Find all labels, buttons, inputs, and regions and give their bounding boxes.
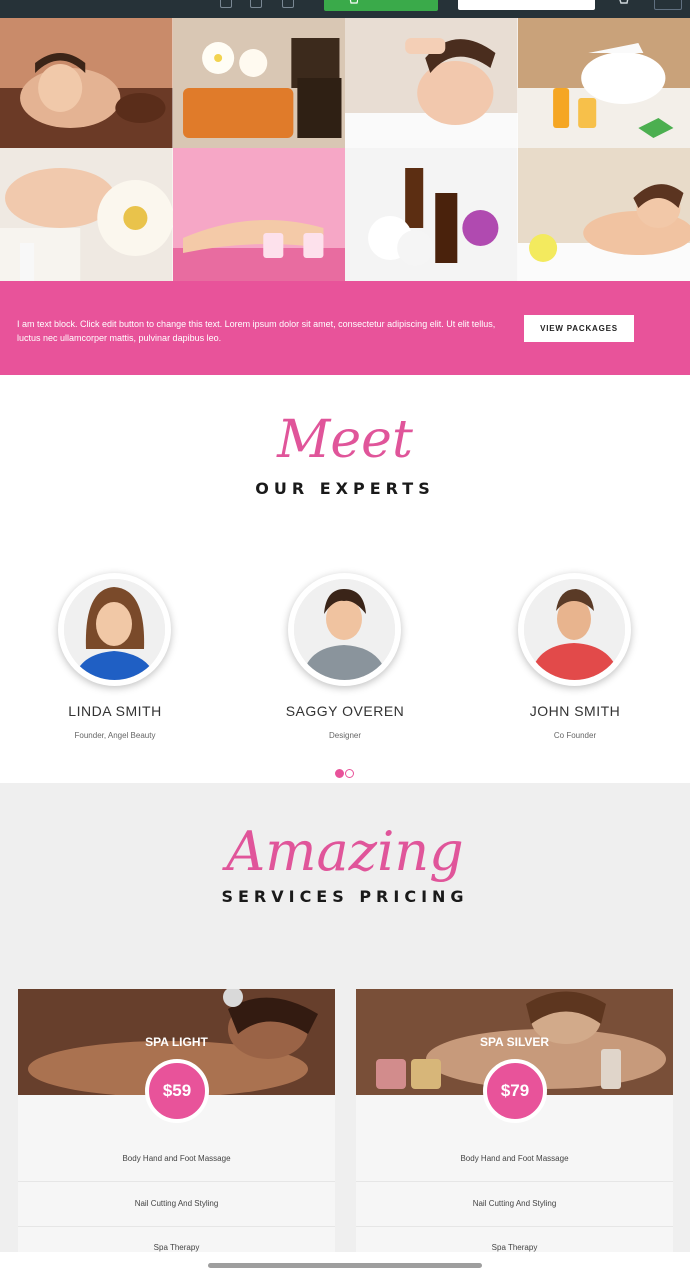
top-navbar [0, 0, 690, 18]
plan-feature: Body Hand and Foot Massage [122, 1154, 231, 1163]
menu-icon[interactable] [654, 0, 682, 10]
plan-feature: Nail Cutting And Styling [472, 1199, 557, 1208]
banner-text: I am text block. Click edit button to ch… [17, 319, 496, 344]
expert-role: Founder, Angel Beauty [74, 731, 156, 740]
expert-name: LINDA SMITH [68, 703, 162, 719]
plan-feature: Body Hand and Foot Massage [460, 1154, 569, 1163]
plan-price: $79 [483, 1059, 547, 1123]
expert-name: SAGGY OVEREN [285, 703, 405, 719]
meet-script-heading: Meet [277, 410, 413, 470]
cart-icon[interactable] [617, 0, 629, 9]
carousel-dot[interactable] [345, 769, 354, 778]
avatar [58, 573, 171, 686]
gallery-photo-chocolate-facial [0, 18, 173, 148]
avatar [288, 573, 401, 686]
promo-banner: I am text block. Click edit button to ch… [0, 281, 690, 375]
avatar [518, 573, 631, 686]
pricing-title: SERVICES PRICING [221, 887, 469, 906]
plan-feature: Spa Therapy [153, 1243, 200, 1252]
green-nav-button[interactable] [324, 0, 438, 11]
pricing-card: SPA LIGHT $59 Body Hand and Foot Massage… [18, 989, 335, 1269]
gallery-photo-back-massage [517, 148, 690, 281]
cart-icon [349, 0, 358, 4]
home-indicator[interactable] [208, 1263, 482, 1268]
nav-icon[interactable] [220, 0, 232, 8]
divider [356, 1226, 673, 1227]
pricing-card: SPA SILVER $79 Body Hand and Foot Massag… [356, 989, 673, 1269]
nav-icon[interactable] [282, 0, 294, 8]
divider [356, 1181, 673, 1182]
plan-feature: Spa Therapy [491, 1243, 538, 1252]
plan-name: SPA LIGHT [145, 1035, 208, 1049]
gallery-photo-facial-massage [345, 18, 518, 148]
divider [18, 1181, 335, 1182]
gallery-photo-foot-care [172, 148, 345, 281]
expert-card: JOHN SMITH Co Founder [460, 573, 690, 753]
expert-card: SAGGY OVEREN Designer [230, 573, 460, 753]
gallery-photo-candles-towels [172, 18, 345, 148]
plan-price: $59 [145, 1059, 209, 1123]
expert-role: Co Founder [553, 731, 597, 740]
gallery-photo-nail-polish [0, 148, 173, 281]
carousel-dots [335, 769, 354, 778]
expert-name: JOHN SMITH [529, 703, 621, 719]
view-packages-button[interactable]: VIEW PACKAGES [524, 315, 634, 342]
divider [18, 1226, 335, 1227]
gallery-photo-mortar-oils [517, 18, 690, 148]
nav-icon[interactable] [250, 0, 262, 8]
expert-role: Designer [328, 731, 361, 740]
gallery-photo-essential-oils [345, 148, 518, 281]
photo-gallery [0, 18, 690, 281]
plan-name: SPA SILVER [479, 1035, 550, 1049]
expert-card: LINDA SMITH Founder, Angel Beauty [0, 573, 230, 753]
amazing-script-heading: Amazing [226, 820, 464, 883]
carousel-dot[interactable] [335, 769, 344, 778]
experts-title: OUR EXPERTS [255, 479, 435, 498]
search-input[interactable] [458, 0, 595, 10]
plan-feature: Nail Cutting And Styling [134, 1199, 219, 1208]
